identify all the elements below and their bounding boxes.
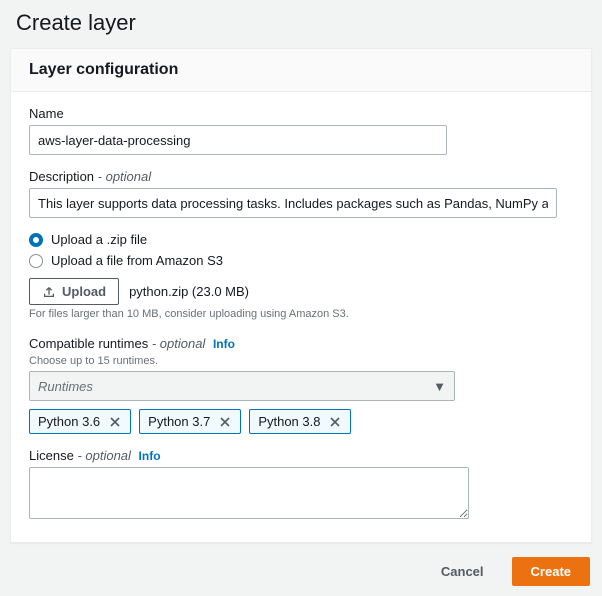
runtimes-label: Compatible runtimes - optional Info [29, 336, 573, 351]
license-textarea[interactable] [29, 467, 469, 519]
description-label-text: Description [29, 169, 94, 184]
runtime-token-label: Python 3.8 [258, 414, 320, 429]
source-radio-group: Upload a .zip file Upload a file from Am… [29, 232, 573, 268]
uploaded-file-name: python.zip (23.0 MB) [129, 284, 249, 299]
radio-upload-s3[interactable]: Upload a file from Amazon S3 [29, 253, 573, 268]
runtime-token-label: Python 3.6 [38, 414, 100, 429]
name-label: Name [29, 106, 573, 121]
upload-icon [42, 285, 56, 299]
description-optional: - optional [98, 169, 151, 184]
runtimes-field: Compatible runtimes - optional Info Choo… [29, 336, 573, 434]
footer-actions: Cancel Create [0, 553, 602, 596]
layer-config-panel: Layer configuration Name Description - o… [10, 48, 592, 543]
runtimes-info-link[interactable]: Info [213, 337, 235, 351]
runtimes-label-text: Compatible runtimes [29, 336, 148, 351]
chevron-down-icon: ▼ [433, 379, 446, 394]
runtimes-subhint: Choose up to 15 runtimes. [29, 355, 573, 367]
radio-unselected-icon [29, 254, 43, 268]
description-field: Description - optional [29, 169, 573, 218]
name-field: Name [29, 106, 573, 155]
upload-hint: For files larger than 10 MB, consider up… [29, 308, 573, 320]
create-button[interactable]: Create [512, 557, 590, 586]
radio-upload-zip-label: Upload a .zip file [51, 232, 147, 247]
runtimes-optional: - optional [152, 336, 205, 351]
license-label: License - optional Info [29, 448, 573, 463]
description-label: Description - optional [29, 169, 573, 184]
runtime-token-label: Python 3.7 [148, 414, 210, 429]
license-label-text: License [29, 448, 74, 463]
runtime-token: Python 3.8 [249, 409, 351, 434]
runtime-token: Python 3.7 [139, 409, 241, 434]
runtimes-select[interactable]: Runtimes ▼ [29, 371, 455, 401]
close-icon[interactable] [108, 415, 122, 429]
license-field: License - optional Info [29, 448, 573, 522]
description-input[interactable] [29, 188, 557, 218]
name-input[interactable] [29, 125, 447, 155]
cancel-button[interactable]: Cancel [423, 557, 502, 586]
runtimes-placeholder: Runtimes [38, 379, 93, 394]
panel-header: Layer configuration [11, 49, 591, 92]
upload-button-label: Upload [62, 284, 106, 299]
upload-field: Upload python.zip (23.0 MB) For files la… [29, 278, 573, 320]
close-icon[interactable] [218, 415, 232, 429]
upload-button[interactable]: Upload [29, 278, 119, 305]
license-info-link[interactable]: Info [139, 449, 161, 463]
radio-upload-zip[interactable]: Upload a .zip file [29, 232, 573, 247]
runtimes-tokens: Python 3.6 Python 3.7 Python 3.8 [29, 409, 573, 434]
radio-selected-icon [29, 233, 43, 247]
close-icon[interactable] [328, 415, 342, 429]
page-title: Create layer [0, 0, 602, 48]
radio-upload-s3-label: Upload a file from Amazon S3 [51, 253, 223, 268]
runtime-token: Python 3.6 [29, 409, 131, 434]
license-optional: - optional [77, 448, 130, 463]
